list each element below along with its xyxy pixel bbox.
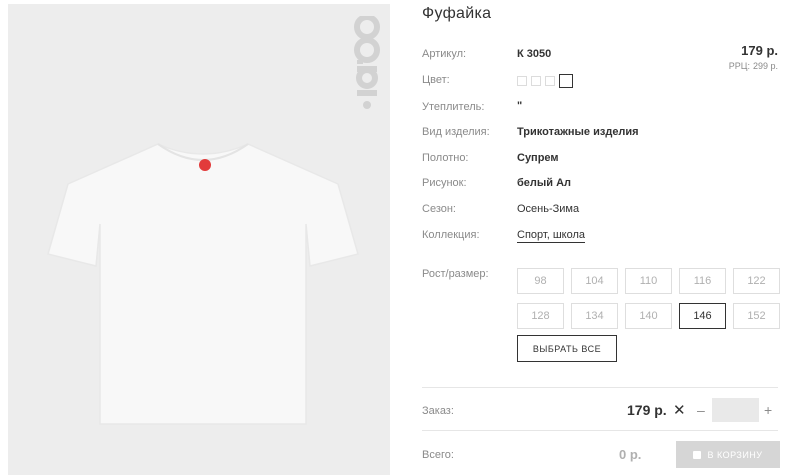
size-option[interactable]: 128 [517,303,564,329]
attr-type-value: Трикотажные изделия [517,126,639,138]
attr-insulation-label: Утеплитель: [422,101,485,113]
size-option[interactable]: 134 [571,303,618,329]
attr-collection-label: Коллекция: [422,229,480,241]
size-option[interactable]: 98 [517,268,564,294]
divider [422,387,778,388]
collection-link[interactable]: Спорт, школа [517,229,585,243]
add-to-cart-button[interactable]: В КОРЗИНУ [676,441,780,468]
attr-season-label: Сезон: [422,203,456,215]
size-option[interactable]: 104 [571,268,618,294]
size-option[interactable]: 110 [625,268,672,294]
attr-color-label: Цвет: [422,74,450,86]
attr-fabric-label: Полотно: [422,152,469,164]
cart-icon [693,450,702,459]
divider [422,430,778,431]
tshirt-image [47,143,359,425]
decrement-button[interactable]: – [697,402,705,418]
size-label: Рост/размер: [422,268,489,280]
total-label: Всего: [422,449,454,461]
color-swatch[interactable] [517,76,527,86]
rrp-price: РРЦ: 299 р. [726,61,778,71]
size-option[interactable]: 140 [625,303,672,329]
attr-fabric-value: Супрем [517,152,559,164]
color-swatch-selected[interactable] [559,74,573,88]
attr-article-label: Артикул: [422,48,467,60]
attr-season-value: Осень-Зима [517,203,580,215]
size-option[interactable]: 116 [679,268,726,294]
total-value: 0 р. [619,447,642,462]
multiply-icon: ✕ [673,402,686,419]
rrp-label: РРЦ: [728,61,750,71]
color-swatches [517,74,573,88]
order-price: 179 р. [627,402,667,418]
color-swatch[interactable] [531,76,541,86]
increment-button[interactable]: + [764,402,772,418]
color-swatch[interactable] [545,76,555,86]
product-photo[interactable] [8,4,390,475]
attr-type-label: Вид изделия: [422,126,490,138]
quantity-input[interactable] [712,398,759,422]
order-label: Заказ: [422,405,454,417]
product-price: 179 р. [741,43,778,58]
rrp-value: 299 р. [752,61,778,71]
product-title: Фуфайка [422,5,492,22]
attr-article-value: К 3050 [517,48,552,60]
brand-logo [354,16,380,109]
attr-print-label: Рисунок: [422,177,467,189]
add-to-cart-label: В КОРЗИНУ [707,449,763,460]
select-all-button[interactable]: ВЫБРАТЬ ВСЕ [517,335,617,362]
attr-print-value: белый Ал [517,177,572,189]
size-option[interactable]: 152 [733,303,780,329]
size-grid: 98 104 110 116 122 128 134 140 146 152 [517,268,780,329]
size-option[interactable]: 122 [733,268,780,294]
size-option-selected[interactable]: 146 [679,303,726,329]
attr-insulation-value: " [517,100,523,112]
